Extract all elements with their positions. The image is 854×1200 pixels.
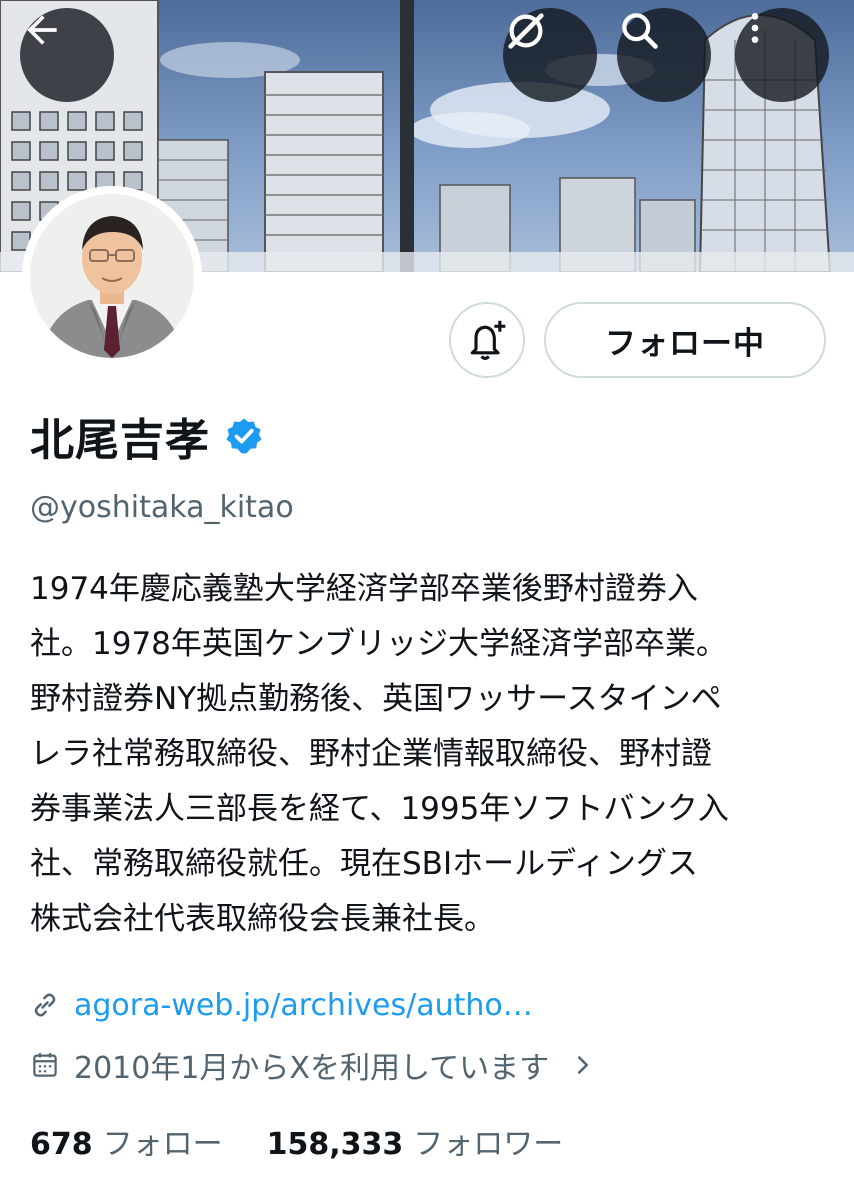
calendar-icon xyxy=(33,1053,57,1077)
avatar-image xyxy=(30,194,194,358)
following-label: フォロー xyxy=(102,1127,223,1162)
display-name: 北尾吉孝 xyxy=(30,415,210,466)
profile-bio: 1974年慶応義塾大学経済学部卒業後野村證券入 社。1978年英国ケンブリッジ大… xyxy=(30,562,830,947)
link-icon xyxy=(34,993,56,1017)
arrow-left-icon xyxy=(27,15,57,45)
bio-line: 1974年慶応義塾大学経済学部卒業後野村證券入 xyxy=(30,571,698,607)
bio-line: 野村證券NY拠点勤務後、英国ワッサースタインペ xyxy=(30,681,722,717)
bio-line: 券事業法人三部長を経て、1995年ソフトバンク入 xyxy=(30,791,729,827)
user-handle: @yoshitaka_kitao xyxy=(30,490,294,525)
website-link[interactable]: agora-web.jp/archives/autho… xyxy=(74,988,533,1023)
following-stat[interactable]: 678 フォロー xyxy=(30,1119,223,1163)
following-button[interactable]: フォロー中 xyxy=(544,302,826,378)
grok-slash-circle-icon xyxy=(508,13,544,49)
joined-row[interactable]: 2010年1月からXを利用しています xyxy=(30,1040,595,1090)
back-button[interactable] xyxy=(20,8,114,102)
notification-button[interactable] xyxy=(449,302,525,378)
more-vertical-icon xyxy=(751,13,759,43)
search-button[interactable] xyxy=(617,8,711,102)
bio-line: レラ社常務取締役、野村企業情報取締役、野村證 xyxy=(30,736,712,772)
more-options-button[interactable] xyxy=(735,8,829,102)
bio-line: 株式会社代表取締役会長兼社長。 xyxy=(30,901,495,937)
search-icon xyxy=(622,13,658,49)
chevron-right-icon xyxy=(578,1056,589,1074)
followers-stat[interactable]: 158,333 フォロワー xyxy=(267,1119,564,1163)
avatar-portrait-illustration xyxy=(30,194,194,358)
following-count: 678 xyxy=(30,1127,93,1162)
verified-badge-icon[interactable] xyxy=(224,416,264,456)
joined-date: 2010年1月からXを利用しています xyxy=(74,1051,550,1086)
name-row: 北尾吉孝 xyxy=(30,404,264,468)
bio-line: 社。1978年英国ケンブリッジ大学経済学部卒業。 xyxy=(30,626,728,662)
bell-plus-icon xyxy=(470,320,506,360)
website-row[interactable]: agora-web.jp/archives/autho… xyxy=(30,980,533,1030)
followers-label: フォロワー xyxy=(413,1127,564,1162)
grok-button[interactable] xyxy=(503,8,597,102)
bio-line: 社、常務取締役就任。現在SBIホールディングス xyxy=(30,846,698,882)
follow-stats: 678 フォロー 158,333 フォロワー xyxy=(30,1116,563,1166)
followers-count: 158,333 xyxy=(266,1127,404,1162)
profile-avatar[interactable] xyxy=(22,186,202,366)
